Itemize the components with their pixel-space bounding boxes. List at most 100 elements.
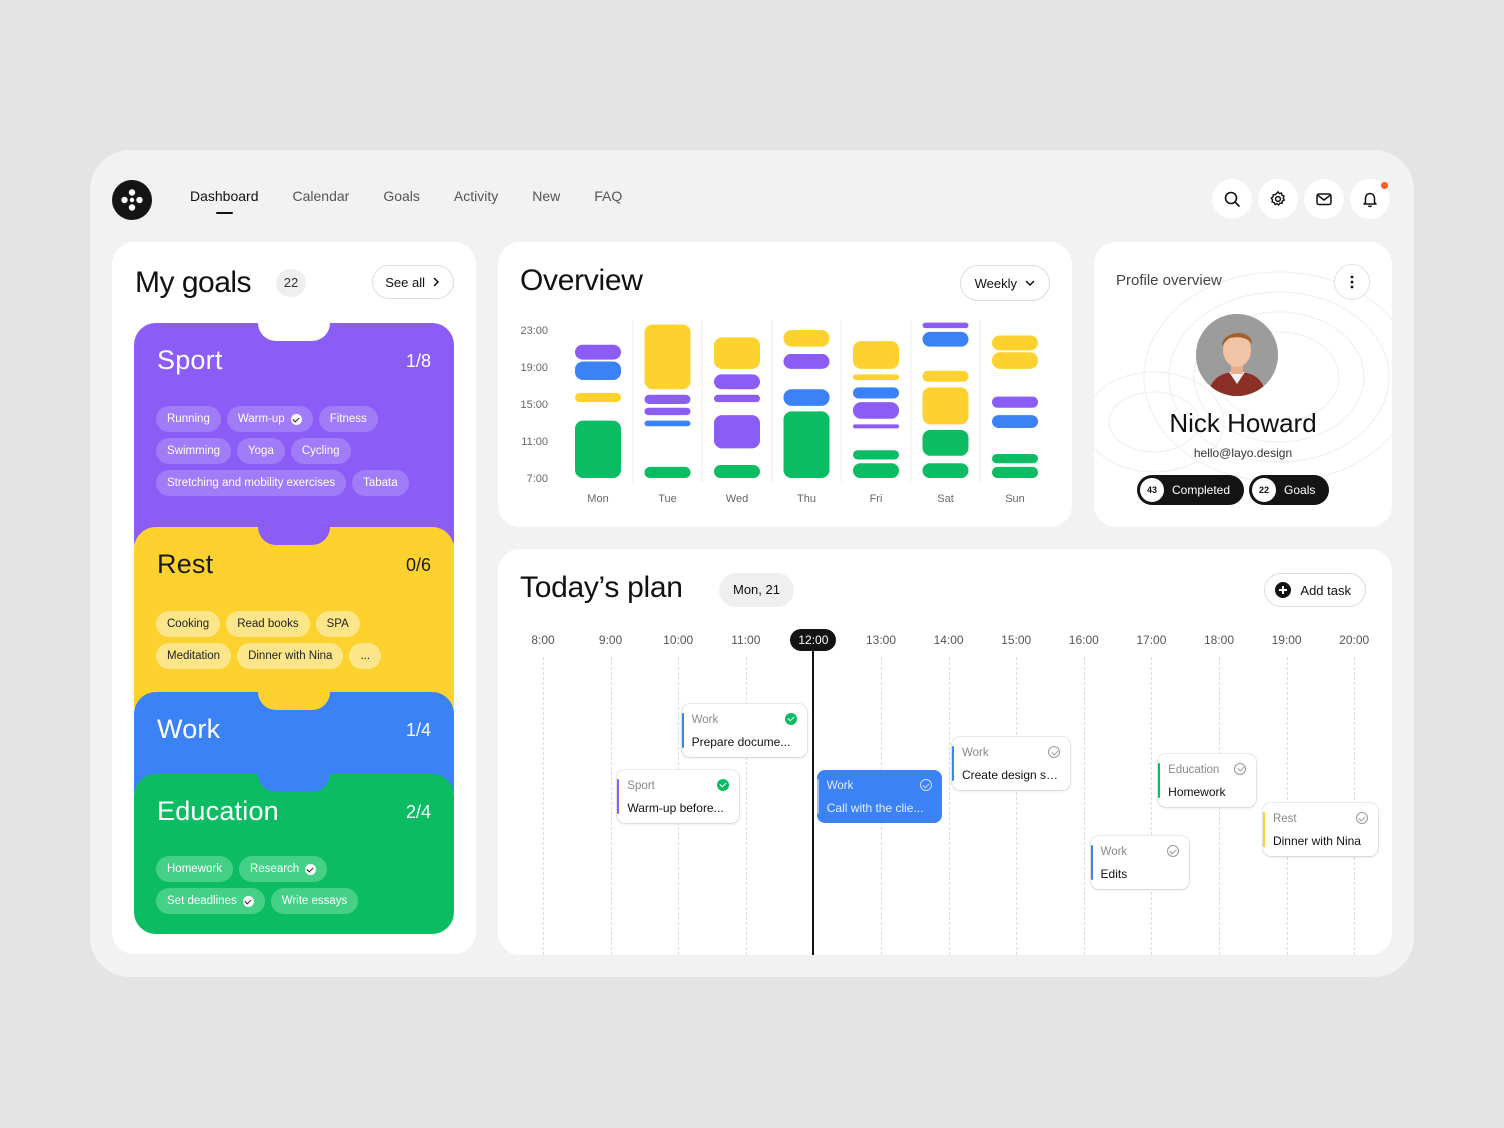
task-done-check-icon[interactable] (784, 713, 797, 725)
nav-activity[interactable]: Activity (454, 186, 498, 206)
settings-button[interactable] (1258, 179, 1298, 219)
x-tick-label: Wed (726, 493, 748, 505)
chart-bar-segment-education[interactable] (783, 411, 830, 478)
task-card[interactable]: Work Call with the clie... (816, 770, 942, 823)
chart-bar-segment-sport[interactable] (853, 424, 899, 429)
nav-goals[interactable]: Goals (383, 186, 420, 206)
chart-bar-segment-rest[interactable] (922, 370, 969, 382)
app-logo[interactable] (112, 180, 152, 220)
search-button[interactable] (1212, 179, 1252, 219)
period-dropdown[interactable]: Weekly (959, 265, 1050, 301)
nav-faq[interactable]: FAQ (594, 186, 622, 206)
chart-bar-segment-rest[interactable] (992, 335, 1038, 351)
chart-bar-segment-work[interactable] (853, 387, 899, 399)
task-card[interactable]: Education Homework (1158, 753, 1257, 807)
avatar[interactable] (1196, 314, 1278, 396)
chart-bar-segment-work[interactable] (783, 389, 830, 406)
goal-group-education[interactable]: Education 2/4 Homework Research Set dead… (134, 774, 454, 934)
mail-button[interactable] (1304, 179, 1344, 219)
chart-bar-segment-rest[interactable] (783, 330, 830, 347)
goal-pill[interactable]: SPA (315, 611, 360, 637)
chart-bar-segment-education[interactable] (922, 429, 969, 456)
goal-pill[interactable]: Stretching and mobility exercises (156, 470, 347, 496)
goal-pill[interactable]: Cooking (156, 611, 221, 637)
goal-pill[interactable]: Running (156, 406, 221, 432)
main-nav: Dashboard Calendar Goals Activity New FA… (190, 186, 656, 214)
completed-label: Completed (1172, 483, 1231, 497)
chart-bar-segment-education[interactable] (853, 450, 899, 460)
goal-pill[interactable]: Read books (226, 611, 310, 637)
chart-bar-segment-rest[interactable] (853, 374, 899, 380)
chart-bar-segment-work[interactable] (575, 361, 621, 380)
chart-bar-segment-work[interactable] (644, 420, 691, 427)
task-status-check-icon[interactable] (1166, 845, 1179, 857)
nav-dashboard[interactable]: Dashboard (190, 186, 259, 214)
goal-items: Homework Research Set deadlines Write es… (156, 856, 386, 914)
chart-bar-segment-education[interactable] (644, 466, 691, 478)
more-goals-pill[interactable]: ... (349, 643, 382, 669)
chart-bar-segment-sport[interactable] (783, 354, 830, 369)
chart-bar-segment-education[interactable] (992, 466, 1038, 478)
chart-bar-segment-rest[interactable] (714, 337, 760, 369)
chart-bar-segment-sport[interactable] (714, 415, 760, 449)
add-task-button[interactable]: Add task (1264, 573, 1366, 607)
chart-bar-segment-education[interactable] (853, 463, 899, 478)
chart-bar-segment-sport[interactable] (644, 407, 691, 416)
task-done-check-icon[interactable] (717, 779, 730, 791)
goal-pill[interactable]: Yoga (237, 438, 285, 464)
chart-bar-segment-rest[interactable] (853, 341, 899, 369)
chart-bar-segment-sport[interactable] (575, 344, 621, 360)
completed-badge[interactable]: 43 Completed (1137, 475, 1245, 505)
task-status-check-icon[interactable] (1234, 762, 1247, 775)
goal-pill-done[interactable]: Warm-up (226, 406, 313, 432)
task-category-bar (1090, 845, 1093, 880)
chart-bar-segment-education[interactable] (992, 453, 1038, 464)
chart-bar-segment-rest[interactable] (644, 324, 691, 390)
add-task-label: Add task (1300, 582, 1351, 598)
goal-pill[interactable]: Write essays (270, 888, 359, 914)
goal-pill[interactable]: Meditation (156, 643, 232, 669)
task-title: Dinner with Nina (1272, 834, 1361, 848)
goal-pill[interactable]: Swimming (156, 438, 232, 464)
task-status-check-icon[interactable] (919, 779, 932, 791)
chart-bar-segment-education[interactable] (922, 463, 969, 478)
see-all-button[interactable]: See all (372, 265, 454, 299)
chart-bar-segment-sport[interactable] (644, 394, 691, 404)
nav-new[interactable]: New (532, 186, 560, 206)
goal-pill-done[interactable]: Research (238, 856, 328, 882)
goal-pill[interactable]: Cycling (290, 438, 351, 464)
goal-pill[interactable]: Fitness (318, 406, 378, 432)
goal-pill[interactable]: Dinner with Nina (237, 643, 344, 669)
chart-bar-segment-education[interactable] (575, 420, 621, 478)
notifications-button[interactable] (1350, 179, 1390, 219)
goal-pill-label: Read books (237, 618, 299, 630)
task-card[interactable]: Work Create design system (951, 737, 1071, 790)
chart-bar-segment-work[interactable] (992, 415, 1038, 429)
chart-bar-segment-sport[interactable] (992, 396, 1038, 408)
y-tick-label: 11:00 (521, 436, 548, 448)
more-options-button[interactable] (1334, 264, 1370, 300)
overview-chart: 23:00 19:00 15:00 11:00 7:00 Mon Tue Wed Thu Fri S… (520, 320, 1038, 505)
goal-pill-done[interactable]: Set deadlines (156, 888, 265, 914)
chart-bar-segment-rest[interactable] (992, 352, 1038, 369)
chart-bar-segment-work[interactable] (922, 331, 969, 347)
goal-pill[interactable]: Tabata (352, 470, 409, 496)
x-tick-label: Sun (1005, 493, 1025, 505)
task-status-check-icon[interactable] (1355, 812, 1368, 824)
plan-date-chip[interactable]: Mon, 21 (719, 573, 794, 607)
goal-pill-label: Dinner with Nina (248, 650, 333, 662)
task-card[interactable]: Work Edits (1090, 836, 1189, 889)
chart-bar-segment-sport[interactable] (714, 374, 760, 390)
chart-bar-segment-sport[interactable] (853, 402, 899, 419)
task-card[interactable]: Rest Dinner with Nina (1262, 803, 1378, 856)
goal-pill[interactable]: Homework (156, 856, 233, 882)
nav-calendar[interactable]: Calendar (293, 186, 350, 206)
chart-bar-segment-sport[interactable] (922, 322, 969, 329)
chart-bar-segment-rest[interactable] (922, 387, 969, 425)
chart-bar-segment-sport[interactable] (714, 394, 760, 403)
task-card[interactable]: Work Prepare docume... (681, 704, 807, 757)
chart-bar-segment-education[interactable] (714, 465, 760, 478)
task-card[interactable]: Sport Warm-up before... (617, 770, 740, 823)
chart-bar-segment-rest[interactable] (575, 392, 621, 403)
goals-badge[interactable]: 22 Goals (1249, 475, 1330, 505)
